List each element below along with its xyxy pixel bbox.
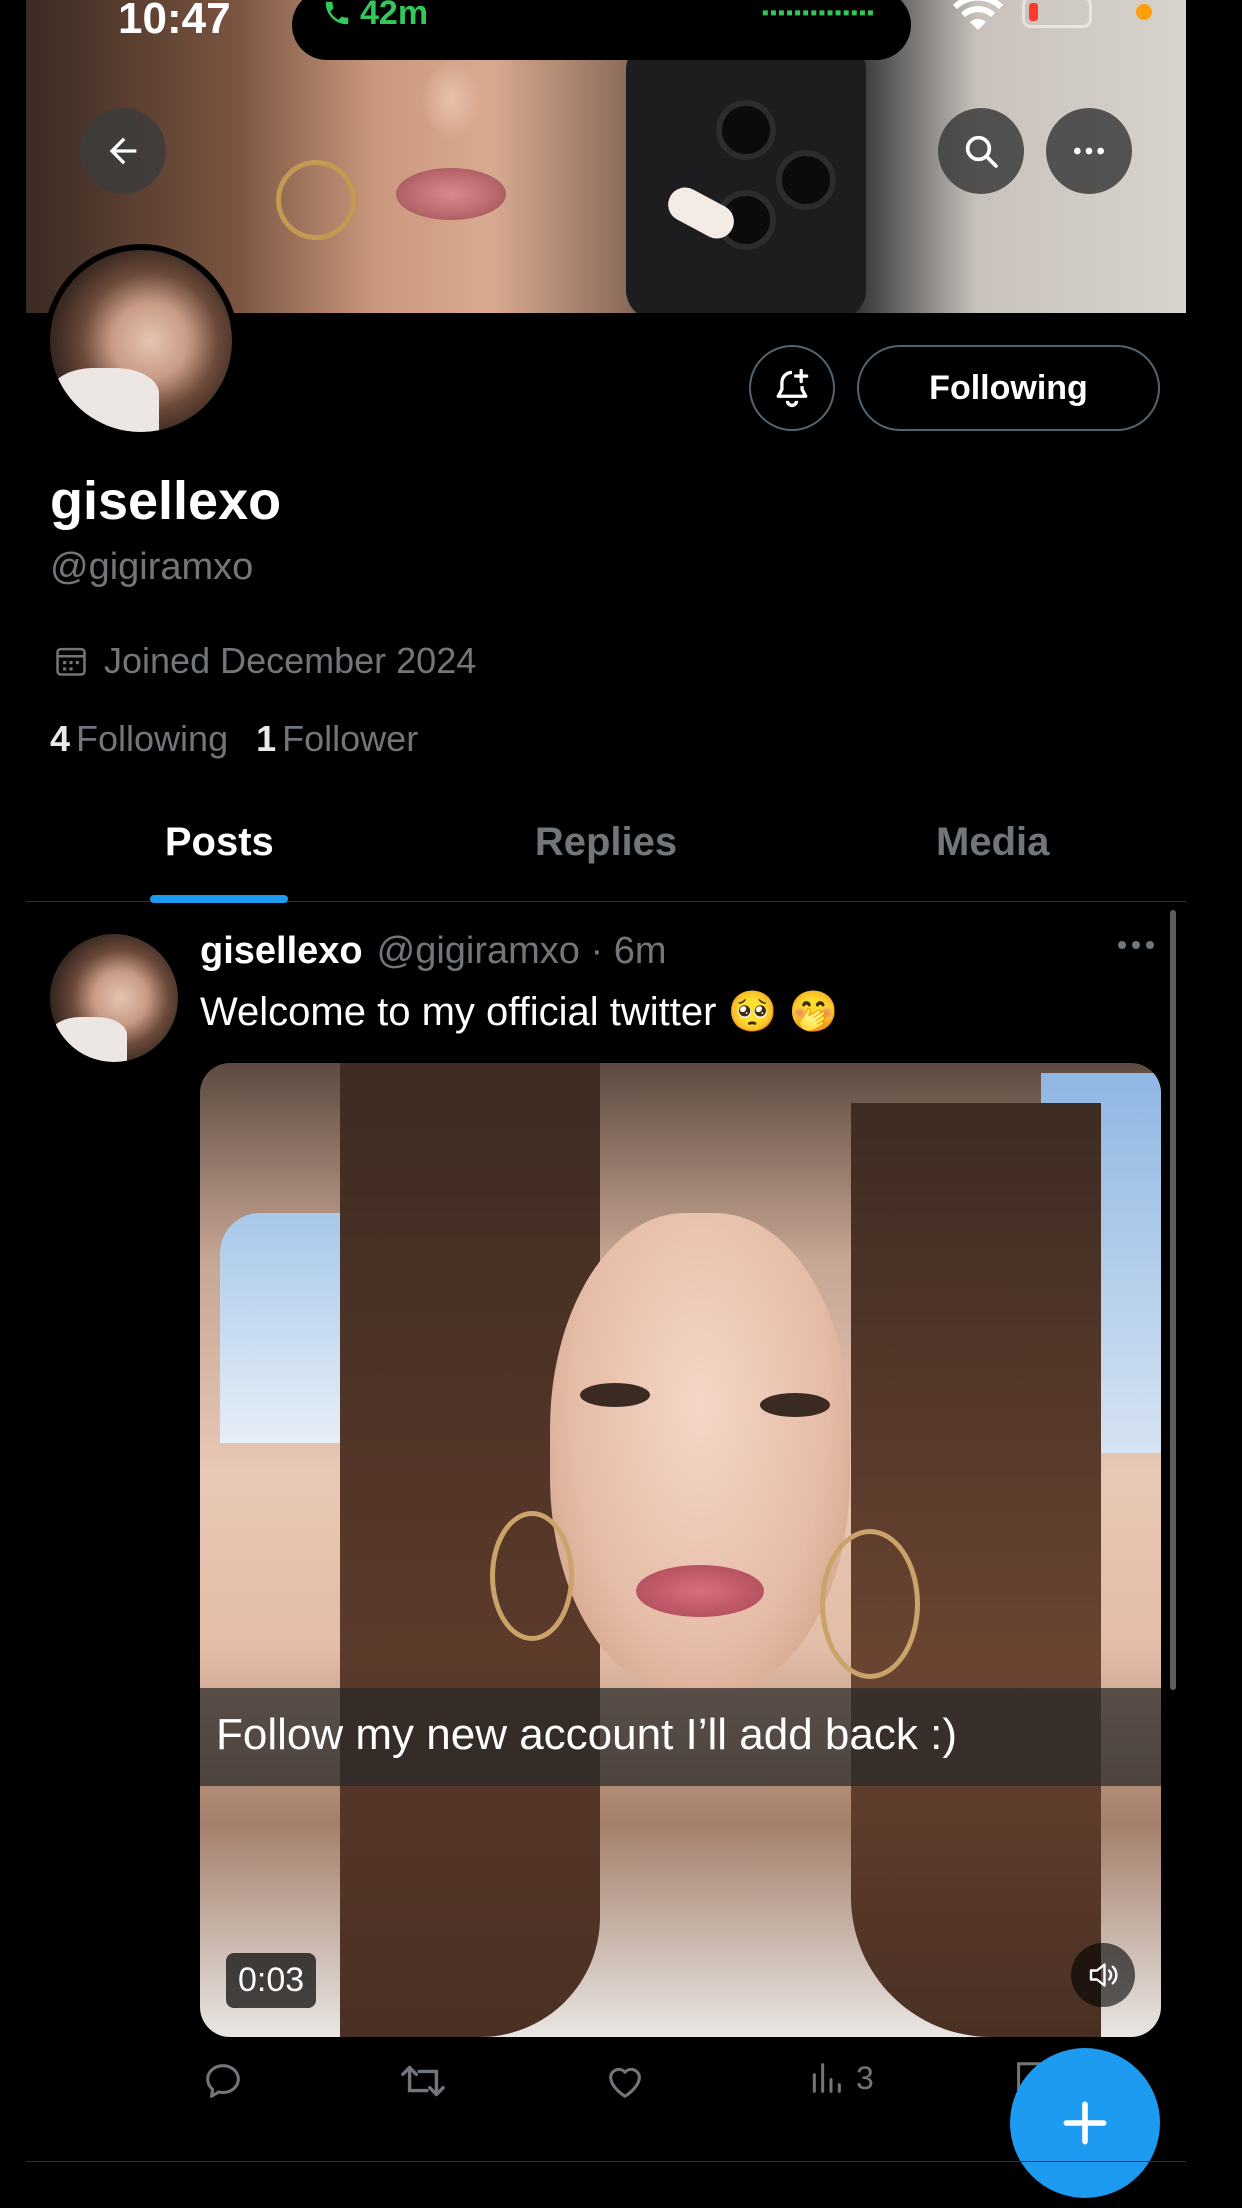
banner-face-detail: [421, 60, 481, 140]
more-options-button[interactable]: [1046, 108, 1132, 194]
banner-camera-lens: [716, 100, 776, 160]
status-time: 10:47: [118, 0, 231, 43]
tab-label: Posts: [164, 820, 274, 864]
follow-stats: 4 Following 1 Follower: [50, 718, 418, 760]
views-button[interactable]: 3: [806, 2058, 874, 2098]
dynamic-island[interactable]: 42m ▪▪▪▪▪▪▪▪▪▪▪▪▪▪: [292, 0, 911, 60]
post-video[interactable]: Follow my new account I’ll add back :) 0…: [200, 1063, 1161, 2037]
post-actions: 3: [200, 2058, 1047, 2112]
wifi-icon: [952, 0, 1004, 37]
video-earring-detail: [490, 1511, 574, 1641]
retweet-button[interactable]: [398, 2058, 448, 2104]
post-author-handle: @gigiramxo: [376, 930, 580, 972]
post-time: 6m: [613, 930, 667, 972]
video-mouth-detail: [636, 1565, 764, 1617]
banner-phone-detail: [626, 40, 866, 313]
more-icon: [1074, 147, 1104, 155]
search-button[interactable]: [938, 108, 1024, 194]
followers-count: 1: [256, 718, 277, 759]
tab-posts[interactable]: Posts: [26, 800, 413, 903]
banner-lips-detail: [396, 168, 506, 220]
followers-label: Follower: [282, 718, 419, 759]
video-earring-detail: [820, 1529, 920, 1679]
following-stat[interactable]: 4 Following: [50, 718, 228, 760]
video-eye-detail: [580, 1383, 650, 1407]
bell-plus-icon: [776, 368, 809, 407]
back-button[interactable]: [80, 108, 166, 194]
profile-handle: @gigiramxo: [50, 546, 254, 588]
post-text: Welcome to my official twitter 🥺 🤭: [200, 990, 839, 1034]
post-more-button[interactable]: [1114, 935, 1158, 960]
speaker-icon: [1089, 1963, 1118, 1987]
divider: [26, 2161, 1186, 2162]
heart-icon: [609, 2067, 641, 2098]
call-duration: 42m: [360, 0, 429, 32]
scrollbar[interactable]: [1170, 910, 1176, 1690]
joined-text: Joined December 2024: [104, 640, 477, 681]
post-separator: ·: [590, 930, 604, 972]
followers-stat[interactable]: 1 Follower: [256, 718, 418, 760]
profile-display-name: gisellexo: [50, 471, 282, 531]
post-author-name[interactable]: gisellexo: [200, 930, 363, 972]
views-count: 3: [856, 2059, 874, 2096]
profile-avatar[interactable]: [44, 244, 238, 438]
tab-media[interactable]: Media: [799, 800, 1186, 901]
video-eye-detail: [760, 1393, 830, 1417]
video-caption: Follow my new account I’ll add back :): [200, 1688, 1161, 1786]
back-arrow-icon: [109, 137, 137, 165]
active-tab-indicator: [150, 895, 289, 903]
search-icon: [965, 135, 998, 168]
tab-label: Media: [936, 820, 1050, 864]
post-avatar[interactable]: [50, 934, 178, 1062]
reply-icon: [206, 2064, 240, 2098]
profile-tabs: Posts Replies Media: [26, 800, 1186, 903]
like-button[interactable]: [602, 2058, 648, 2104]
banner-earring-detail: [276, 160, 356, 240]
battery-icon: [1022, 0, 1092, 28]
following-button[interactable]: Following: [857, 345, 1160, 431]
video-duration: 0:03: [226, 1953, 317, 2008]
tab-replies[interactable]: Replies: [413, 800, 800, 901]
views-icon: [812, 2063, 841, 2093]
more-icon: [1118, 941, 1154, 949]
calendar-icon: [56, 647, 86, 676]
joined-date: Joined December 2024: [52, 640, 476, 682]
notifications-button[interactable]: [749, 345, 835, 431]
retweet-icon: [401, 2065, 445, 2097]
avatar-image: [50, 250, 232, 432]
reply-button[interactable]: [200, 2058, 246, 2104]
compose-button[interactable]: [1010, 2048, 1160, 2198]
plus-icon: [1063, 2101, 1107, 2145]
banner-camera-lens: [776, 150, 836, 210]
following-count: 4: [50, 718, 71, 759]
audio-wave-icon: ▪▪▪▪▪▪▪▪▪▪▪▪▪▪: [761, 2, 875, 24]
video-face-detail: [550, 1213, 850, 1693]
phone-icon: [325, 1, 349, 25]
privacy-indicator-dot: [1136, 4, 1152, 20]
tab-label: Replies: [534, 820, 678, 864]
mute-button[interactable]: [1071, 1943, 1135, 2007]
call-indicator[interactable]: 42m: [322, 0, 428, 33]
following-label: Following: [76, 718, 229, 759]
post-header: gisellexo @gigiramxo · 6m: [200, 930, 667, 973]
